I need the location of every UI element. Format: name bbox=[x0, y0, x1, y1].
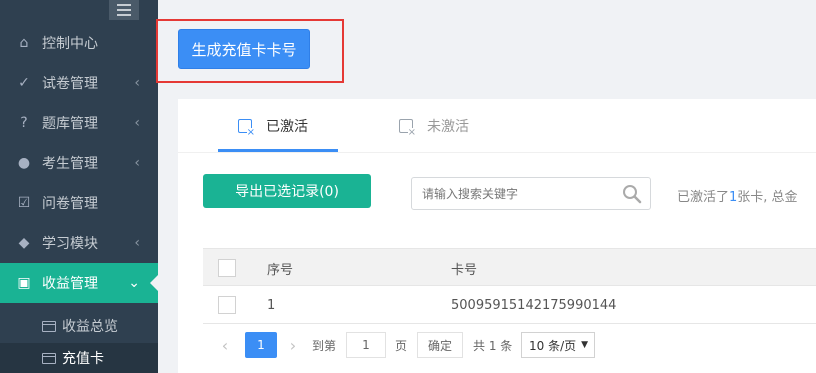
question-circle-icon: ? bbox=[20, 115, 28, 131]
tab-label: 已激活 bbox=[266, 119, 308, 135]
next-page-button[interactable]: › bbox=[283, 332, 303, 358]
sidebar: ⌂ 控制中心 ✓ 试卷管理 ‹ ? 题库管理 ‹ ● 考生管理 ‹ ☑ 问卷管理… bbox=[0, 0, 158, 373]
sidebar-item-revenue[interactable]: ▣ 收益管理 ⌄ bbox=[0, 263, 158, 303]
export-selected-button[interactable]: 导出已选记录(0) bbox=[203, 174, 371, 208]
money-icon: ▣ bbox=[17, 275, 31, 291]
sidebar-item-label: 收益管理 bbox=[42, 276, 98, 292]
sidebar-subitem-label: 收益总览 bbox=[62, 319, 118, 335]
activation-summary: 已激活了1张卡, 总金 bbox=[677, 186, 798, 205]
table-row: 1 5009591514217599014​4 bbox=[203, 286, 816, 324]
main-panel: 已激活 未激活 导出已选记录(0) 已激活了1张卡, 总金 序号 卡号 1 50… bbox=[178, 99, 816, 373]
row-index: 1 bbox=[267, 297, 276, 313]
sidebar-item-label: 考生管理 bbox=[42, 156, 98, 172]
search-icon[interactable] bbox=[622, 184, 642, 204]
summary-suffix: 张卡, 总金 bbox=[737, 190, 798, 205]
sidebar-item-control-center[interactable]: ⌂ 控制中心 bbox=[0, 23, 158, 63]
goto-label: 到第 bbox=[312, 338, 337, 353]
confirm-goto-button[interactable]: 确定 bbox=[417, 332, 463, 358]
sidebar-item-question-bank[interactable]: ? 题库管理 ‹ bbox=[0, 103, 158, 143]
chevron-left-icon: ‹ bbox=[134, 115, 140, 131]
goto-page-input[interactable] bbox=[347, 333, 385, 357]
home-icon: ⌂ bbox=[19, 35, 29, 51]
menu-toggle-icon[interactable] bbox=[109, 0, 139, 20]
search-field[interactable] bbox=[411, 177, 651, 210]
row-card-no: 5009591514217599014​4 bbox=[451, 297, 617, 313]
sidebar-item-label: 题库管理 bbox=[42, 116, 98, 132]
sidebar-item-label: 问卷管理 bbox=[42, 196, 98, 212]
active-tab-indicator bbox=[218, 149, 338, 152]
sidebar-subitem-recharge-card[interactable]: 充值卡 bbox=[0, 343, 158, 373]
sidebar-item-surveys[interactable]: ☑ 问卷管理 bbox=[0, 183, 158, 223]
tab-label: 未激活 bbox=[427, 119, 469, 135]
sidebar-item-label: 学习模块 bbox=[42, 236, 98, 252]
graduation-cap-icon: ◆ bbox=[18, 235, 30, 251]
chevron-down-icon: ⌄ bbox=[128, 275, 140, 291]
checkbox-icon: ☑ bbox=[17, 195, 31, 211]
sidebar-subitem-label: 充值卡 bbox=[62, 351, 104, 367]
table-header: 序号 卡号 bbox=[203, 248, 816, 286]
credit-card-icon bbox=[42, 320, 56, 332]
sidebar-item-exam-papers[interactable]: ✓ 试卷管理 ‹ bbox=[0, 63, 158, 103]
chevron-left-icon: ‹ bbox=[134, 235, 140, 251]
column-header-index: 序号 bbox=[267, 262, 294, 278]
caret-down-icon: ▼ bbox=[581, 340, 588, 350]
select-all-checkbox[interactable] bbox=[218, 259, 236, 277]
prev-page-button[interactable]: ‹ bbox=[215, 332, 235, 358]
sidebar-subitem-revenue-overview[interactable]: 收益总览 bbox=[0, 311, 158, 341]
page-number-current[interactable]: 1 bbox=[245, 332, 277, 358]
summary-prefix: 已激活了 bbox=[677, 190, 730, 205]
total-count: 共 1 条 bbox=[473, 338, 513, 353]
page-size-select[interactable]: 10 条/页 ▼ bbox=[521, 332, 595, 358]
row-checkbox[interactable] bbox=[218, 296, 236, 314]
sidebar-item-candidates[interactable]: ● 考生管理 ‹ bbox=[0, 143, 158, 183]
tab-bar: 已激活 未激活 bbox=[178, 99, 816, 153]
check-circle-icon: ✓ bbox=[18, 75, 30, 91]
goto-page-field[interactable] bbox=[346, 332, 386, 358]
tab-inactive[interactable]: 未激活 bbox=[399, 99, 469, 153]
tab-activated[interactable]: 已激活 bbox=[238, 99, 308, 153]
generate-card-number-button[interactable]: 生成充值卡卡号 bbox=[178, 29, 310, 69]
page-unit-label: 页 bbox=[395, 338, 408, 353]
pagination: ‹ 1 › 到第 页 确定 共 1 条 10 条/页 ▼ bbox=[203, 324, 816, 366]
inactive-card-icon bbox=[399, 119, 416, 138]
credit-card-icon bbox=[42, 352, 56, 364]
activated-card-icon bbox=[238, 119, 255, 138]
user-icon: ● bbox=[17, 155, 31, 171]
sidebar-item-label: 控制中心 bbox=[42, 36, 98, 52]
chevron-left-icon: ‹ bbox=[134, 155, 140, 171]
column-header-card-no: 卡号 bbox=[451, 262, 478, 278]
chevron-left-icon: ‹ bbox=[134, 75, 140, 91]
sidebar-item-label: 试卷管理 bbox=[42, 76, 98, 92]
search-input[interactable] bbox=[422, 185, 617, 203]
sidebar-item-learning[interactable]: ◆ 学习模块 ‹ bbox=[0, 223, 158, 263]
page-size-value: 10 条/页 bbox=[529, 338, 577, 353]
